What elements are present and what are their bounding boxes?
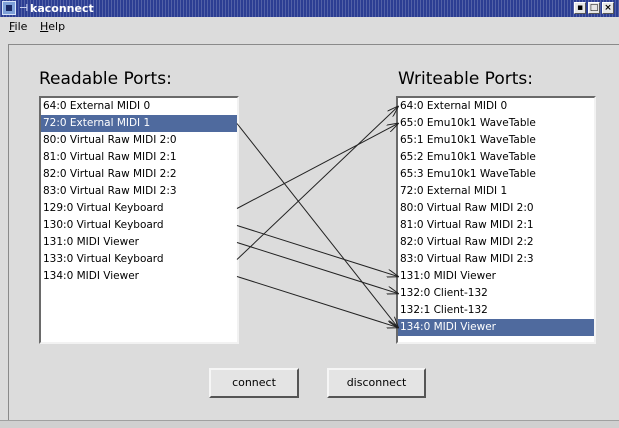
menu-bar: File Help [0, 17, 619, 36]
writeable-port-item[interactable]: 131:0 MIDI Viewer [398, 268, 594, 285]
readable-port-item[interactable]: 131:0 MIDI Viewer [41, 234, 237, 251]
writeable-port-item[interactable]: 83:0 Virtual Raw MIDI 2:3 [398, 251, 594, 268]
menu-help[interactable]: Help [40, 20, 65, 33]
writeable-port-item[interactable]: 132:1 Client-132 [398, 302, 594, 319]
window-title: kaconnect [30, 2, 94, 15]
readable-port-item[interactable]: 64:0 External MIDI 0 [41, 98, 237, 115]
minimize-button[interactable]: ▪ [574, 2, 586, 14]
readable-port-item[interactable]: 133:0 Virtual Keyboard [41, 251, 237, 268]
app-icon[interactable] [2, 1, 16, 15]
readable-port-item[interactable]: 130:0 Virtual Keyboard [41, 217, 237, 234]
writeable-port-item[interactable]: 65:3 Emu10k1 WaveTable [398, 166, 594, 183]
readable-port-item[interactable]: 81:0 Virtual Raw MIDI 2:1 [41, 149, 237, 166]
writeable-port-item[interactable]: 82:0 Virtual Raw MIDI 2:2 [398, 234, 594, 251]
disconnect-button[interactable]: disconnect [327, 368, 426, 398]
pin-icon[interactable]: ⊣ [19, 0, 28, 17]
menu-file[interactable]: File [9, 20, 27, 33]
writeable-port-item[interactable]: 64:0 External MIDI 0 [398, 98, 594, 115]
connect-button[interactable]: connect [209, 368, 299, 398]
menu-file-label: ile [14, 20, 28, 33]
readable-port-item[interactable]: 80:0 Virtual Raw MIDI 2:0 [41, 132, 237, 149]
menu-help-label: elp [48, 20, 66, 33]
writeable-port-item[interactable]: 81:0 Virtual Raw MIDI 2:1 [398, 217, 594, 234]
writeable-port-item[interactable]: 80:0 Virtual Raw MIDI 2:0 [398, 200, 594, 217]
writeable-port-item[interactable]: 65:2 Emu10k1 WaveTable [398, 149, 594, 166]
writeable-port-item[interactable]: 134:0 MIDI Viewer [398, 319, 594, 336]
writeable-port-item[interactable]: 72:0 External MIDI 1 [398, 183, 594, 200]
readable-port-item[interactable]: 82:0 Virtual Raw MIDI 2:2 [41, 166, 237, 183]
readable-port-item[interactable]: 134:0 MIDI Viewer [41, 268, 237, 285]
close-button[interactable]: × [602, 2, 614, 14]
writeable-ports-title: Writeable Ports: [398, 69, 533, 89]
maximize-button[interactable]: □ [588, 2, 600, 14]
readable-port-item[interactable]: 72:0 External MIDI 1 [41, 115, 237, 132]
readable-ports-list[interactable]: 64:0 External MIDI 0 72:0 External MIDI 1… [39, 96, 239, 344]
writeable-port-item[interactable]: 65:0 Emu10k1 WaveTable [398, 115, 594, 132]
readable-ports-title: Readable Ports: [39, 69, 172, 89]
readable-port-item[interactable]: 83:0 Virtual Raw MIDI 2:3 [41, 183, 237, 200]
readable-port-item[interactable]: 129:0 Virtual Keyboard [41, 200, 237, 217]
title-bar[interactable]: ⊣ kaconnect ▪ □ × [0, 0, 619, 17]
writeable-port-item[interactable]: 65:1 Emu10k1 WaveTable [398, 132, 594, 149]
writeable-ports-list[interactable]: 64:0 External MIDI 0 65:0 Emu10k1 WaveTab… [396, 96, 596, 344]
writeable-port-item[interactable]: 132:0 Client-132 [398, 285, 594, 302]
